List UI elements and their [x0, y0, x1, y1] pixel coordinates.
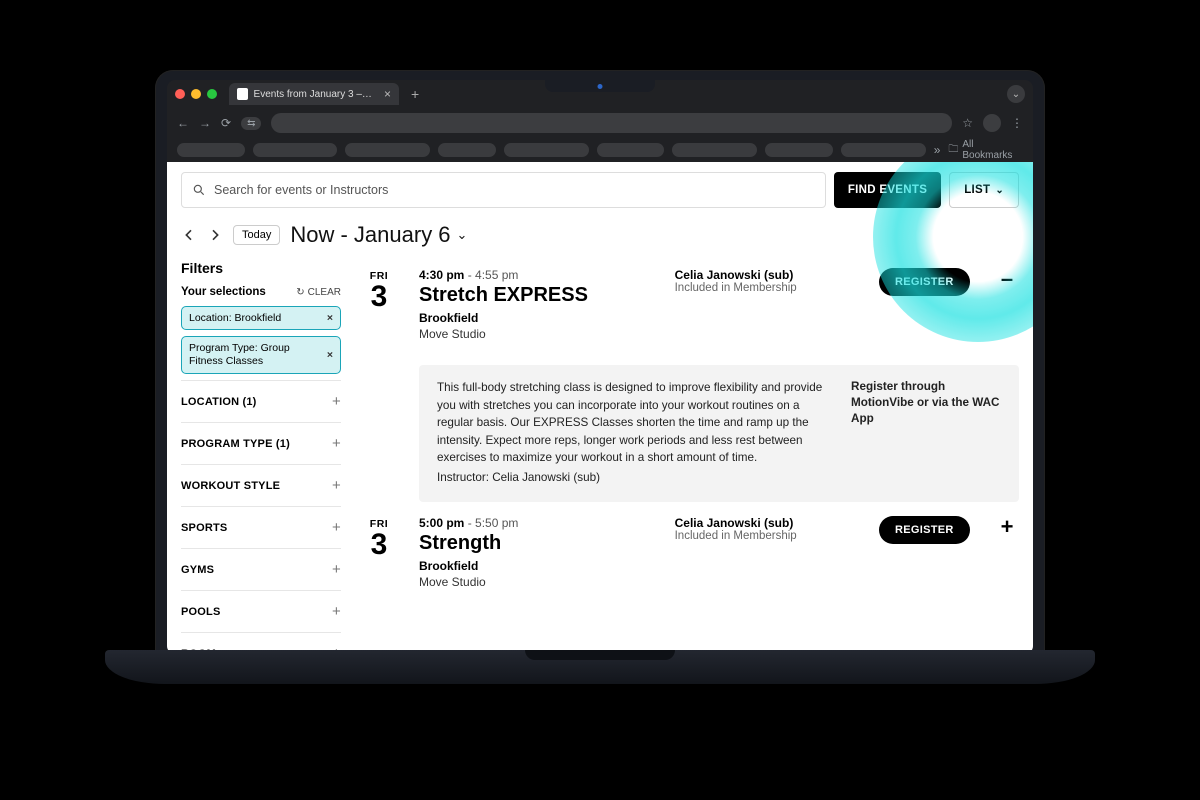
filter-group-sports[interactable]: SPORTS+ — [181, 506, 341, 548]
chevron-down-icon: ⌄ — [995, 185, 1004, 196]
bookmark-item[interactable] — [672, 143, 757, 157]
remove-chip-icon[interactable]: × — [327, 312, 333, 324]
register-button[interactable]: REGISTER — [879, 268, 970, 296]
browser-toolbar: ← → ⟳ ⇆ ☆ ⋮ — [167, 108, 1033, 138]
event-instructor: Celia Janowski (sub) — [675, 516, 859, 530]
expand-icon[interactable]: + — [995, 516, 1019, 538]
plus-icon: + — [332, 603, 341, 620]
bookmark-item[interactable] — [345, 143, 430, 157]
event-description: This full-body stretching class is desig… — [437, 379, 829, 467]
search-icon — [192, 183, 206, 197]
find-events-button[interactable]: FIND EVENTS — [834, 172, 941, 208]
all-bookmarks-label: All Bookmarks — [962, 139, 1023, 161]
event-membership: Included in Membership — [675, 530, 859, 542]
view-switcher[interactable]: LIST ⌄ — [949, 172, 1019, 208]
new-tab-button[interactable]: + — [405, 86, 425, 102]
minimize-window-icon[interactable] — [191, 89, 201, 99]
chevron-down-icon: ⌄ — [457, 227, 468, 243]
plus-icon: + — [332, 477, 341, 494]
date-range-picker[interactable]: Now - January 6 ⌄ — [290, 222, 467, 248]
event-location: Brookfield — [419, 311, 655, 325]
event-day-number: 3 — [359, 282, 399, 312]
event-instructor-line: Instructor: Celia Janowski (sub) — [437, 469, 829, 487]
favicon-icon — [237, 88, 248, 100]
filter-group-gyms[interactable]: GYMS+ — [181, 548, 341, 590]
clear-filters-button[interactable]: ↻ CLEAR — [296, 287, 341, 298]
window-controls[interactable] — [175, 89, 217, 99]
refresh-icon: ↻ — [296, 287, 304, 298]
event-instructor: Celia Janowski (sub) — [675, 268, 859, 282]
your-selections-label: Your selections — [181, 286, 266, 298]
remove-chip-icon[interactable]: × — [327, 349, 333, 361]
register-button[interactable]: REGISTER — [879, 516, 970, 544]
plus-icon: + — [332, 435, 341, 452]
filter-chip: Program Type: Group Fitness Classes × — [181, 336, 341, 374]
bookmark-overflow-icon[interactable]: » — [934, 143, 941, 157]
search-input[interactable]: Search for events or Instructors — [181, 172, 826, 208]
prev-range-icon[interactable] — [181, 227, 197, 243]
bookmark-item[interactable] — [597, 143, 665, 157]
bookmark-item[interactable] — [177, 143, 245, 157]
page-content: Search for events or Instructors FIND EV… — [167, 162, 1033, 654]
bookmark-item[interactable] — [438, 143, 496, 157]
site-info-icon[interactable]: ⇆ — [241, 117, 261, 130]
event-card: FRI 3 4:30 pm - 4:55 pm Stretch EXPRESS … — [359, 260, 1019, 355]
filters-heading: Filters — [181, 260, 341, 276]
close-tab-icon[interactable]: × — [384, 87, 391, 101]
address-bar[interactable] — [271, 113, 952, 133]
filter-group-location[interactable]: LOCATION (1)+ — [181, 380, 341, 422]
event-title[interactable]: Stretch EXPRESS — [419, 284, 655, 307]
filter-group-workout-style[interactable]: WORKOUT STYLE+ — [181, 464, 341, 506]
back-icon[interactable]: ← — [177, 116, 189, 130]
event-card: FRI 3 5:00 pm - 5:50 pm Strength Brookfi… — [359, 508, 1019, 603]
folder-icon: 🗀 — [948, 142, 958, 159]
filter-chip: Location: Brookfield × — [181, 306, 341, 330]
event-detail-panel: This full-body stretching class is desig… — [419, 365, 1019, 502]
all-bookmarks-button[interactable]: 🗀 All Bookmarks — [948, 139, 1023, 161]
plus-icon: + — [332, 519, 341, 536]
close-window-icon[interactable] — [175, 89, 185, 99]
laptop-notch — [545, 80, 655, 92]
star-icon[interactable]: ☆ — [962, 116, 973, 130]
plus-icon: + — [332, 561, 341, 578]
browser-tab[interactable]: Events from January 3 – Jan… × — [229, 83, 399, 105]
event-membership: Included in Membership — [675, 282, 859, 294]
next-range-icon[interactable] — [207, 227, 223, 243]
tab-title: Events from January 3 – Jan… — [254, 89, 374, 100]
event-time: 5:00 pm - 5:50 pm — [419, 516, 655, 530]
filter-group-pools[interactable]: POOLS+ — [181, 590, 341, 632]
event-room: Move Studio — [419, 575, 655, 589]
event-room: Move Studio — [419, 327, 655, 341]
menu-icon[interactable]: ⋮ — [1011, 116, 1023, 130]
event-location: Brookfield — [419, 559, 655, 573]
plus-icon: + — [332, 393, 341, 410]
reload-icon[interactable]: ⟳ — [221, 116, 231, 130]
search-placeholder: Search for events or Instructors — [214, 183, 388, 197]
collapse-icon[interactable] — [995, 268, 1019, 290]
event-title[interactable]: Strength — [419, 532, 655, 555]
forward-icon[interactable]: → — [199, 116, 211, 130]
bookmark-item[interactable] — [504, 143, 589, 157]
filter-group-program-type[interactable]: PROGRAM TYPE (1)+ — [181, 422, 341, 464]
event-day-number: 3 — [359, 530, 399, 560]
tab-dropdown-icon[interactable]: ⌄ — [1007, 85, 1025, 103]
event-time: 4:30 pm - 4:55 pm — [419, 268, 655, 282]
laptop-base — [105, 650, 1095, 684]
today-button[interactable]: Today — [233, 225, 280, 245]
bookmark-item[interactable] — [253, 143, 338, 157]
bookmark-item[interactable] — [765, 143, 833, 157]
profile-icon[interactable] — [983, 114, 1001, 132]
fullscreen-window-icon[interactable] — [207, 89, 217, 99]
register-instructions: Register through MotionVibe or via the W… — [851, 379, 1001, 488]
bookmark-item[interactable] — [841, 143, 926, 157]
bookmark-bar: » 🗀 All Bookmarks — [167, 138, 1033, 162]
